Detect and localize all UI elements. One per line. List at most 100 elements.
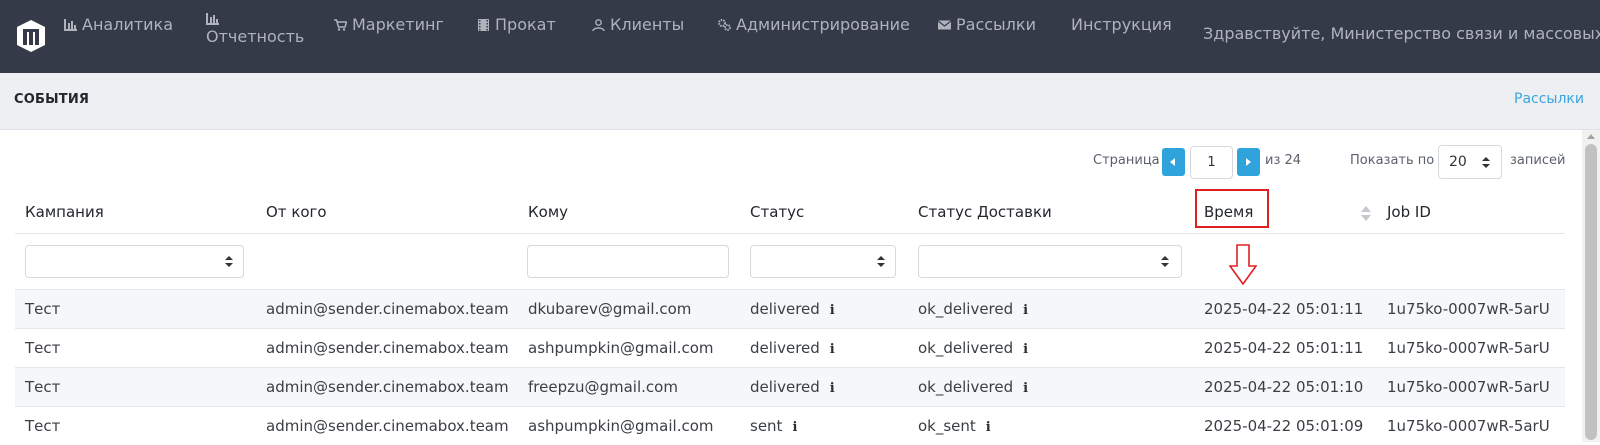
delivery-status-cell: ok_delivered i <box>918 300 1028 318</box>
table-row[interactable]: Тест admin@sender.cinemabox.team ashpump… <box>15 328 1565 367</box>
time-cell: 2025-04-22 05:01:11 <box>1204 300 1364 318</box>
chevron-right-icon <box>1246 158 1251 166</box>
page-label: Страница <box>1093 153 1160 168</box>
column-header-campaign: Кампания <box>25 203 104 221</box>
top-navbar: Аналитика Отчетность Маркетинг Прокат Кл… <box>0 0 1600 73</box>
nav-administration[interactable]: Администрирование <box>718 13 910 37</box>
scrollbar-thumb[interactable] <box>1585 144 1597 440</box>
breadcrumb-mailings-link[interactable]: Рассылки <box>1514 91 1584 107</box>
cart-icon <box>334 19 347 31</box>
column-header-delivery-status: Статус Доставки <box>918 203 1052 221</box>
job-id-cell: 1u75ko-0007wR-5arU <box>1387 339 1550 357</box>
to-cell: freepzu@gmail.com <box>528 378 678 396</box>
nav-marketing-label: Маркетинг <box>352 15 444 34</box>
status-filter-select[interactable] <box>750 245 896 278</box>
table-row[interactable]: Тест admin@sender.cinemabox.team ashpump… <box>15 406 1565 445</box>
status-text: delivered <box>750 300 820 318</box>
delivery-status-filter-select[interactable] <box>918 245 1182 278</box>
select-arrows-icon <box>877 256 885 268</box>
job-id-cell: 1u75ko-0007wR-5arU <box>1387 300 1550 318</box>
column-header-from: От кого <box>266 203 327 221</box>
select-arrows-icon <box>1482 157 1490 169</box>
nav-administration-label: Администрирование <box>736 15 910 34</box>
info-icon[interactable]: i <box>986 420 991 435</box>
delivery-status-text: ok_delivered <box>918 378 1014 396</box>
bar-chart-icon <box>206 13 219 25</box>
column-header-job-id: Job ID <box>1387 203 1431 221</box>
from-cell: admin@sender.cinemabox.team <box>266 378 509 396</box>
page-size-select[interactable]: 20 <box>1438 145 1502 179</box>
job-id-cell: 1u75ko-0007wR-5arU <box>1387 378 1550 396</box>
nav-instruction-label: Инструкция <box>1071 15 1172 34</box>
campaign-cell: Тест <box>25 417 61 435</box>
nav-analytics[interactable]: Аналитика <box>64 13 173 37</box>
annotation-highlight-box <box>1195 189 1269 228</box>
status-cell: delivered i <box>750 378 835 396</box>
delivery-status-text: ok_delivered <box>918 339 1014 357</box>
envelope-icon <box>938 20 951 30</box>
table-row[interactable]: Тест admin@sender.cinemabox.team dkubare… <box>15 289 1565 328</box>
nav-rental-label: Прокат <box>495 15 556 34</box>
from-cell: admin@sender.cinemabox.team <box>266 417 509 435</box>
nav-analytics-label: Аналитика <box>82 15 174 34</box>
delivery-status-text: ok_sent <box>918 417 976 435</box>
campaign-cell: Тест <box>25 300 61 318</box>
nav-rental[interactable]: Прокат <box>477 13 556 37</box>
column-header-to: Кому <box>528 203 569 221</box>
records-label: записей <box>1510 153 1566 168</box>
total-pages-label: из 24 <box>1265 153 1302 168</box>
header-divider <box>15 233 1565 234</box>
time-cell: 2025-04-22 05:01:11 <box>1204 339 1364 357</box>
from-cell: admin@sender.cinemabox.team <box>266 300 509 318</box>
info-icon[interactable]: i <box>1023 303 1028 318</box>
status-text: delivered <box>750 339 820 357</box>
table-row[interactable]: Тест admin@sender.cinemabox.team freepzu… <box>15 367 1565 406</box>
status-text: delivered <box>750 378 820 396</box>
annotation-down-arrow-icon <box>1229 244 1257 285</box>
info-icon[interactable]: i <box>1023 381 1028 396</box>
page-size-label: Показать по <box>1350 153 1435 168</box>
next-page-button[interactable] <box>1237 148 1260 176</box>
nav-clients-label: Клиенты <box>610 15 685 34</box>
column-header-status: Статус <box>750 203 805 221</box>
info-icon[interactable]: i <box>1023 342 1028 357</box>
job-id-cell: 1u75ko-0007wR-5arU <box>1387 417 1550 435</box>
nav-reports[interactable]: Отчетность <box>206 13 304 49</box>
select-arrows-icon <box>1161 256 1169 268</box>
nav-marketing[interactable]: Маркетинг <box>334 13 444 37</box>
gears-icon <box>718 19 731 31</box>
chevron-left-icon <box>1170 158 1175 166</box>
cinemabox-logo[interactable] <box>16 19 46 53</box>
nav-clients[interactable]: Клиенты <box>592 13 684 37</box>
status-cell: delivered i <box>750 339 835 357</box>
nav-instruction[interactable]: Инструкция <box>1071 13 1172 37</box>
prev-page-button[interactable] <box>1162 148 1185 176</box>
info-icon[interactable]: i <box>830 342 835 357</box>
time-cell: 2025-04-22 05:01:09 <box>1204 417 1364 435</box>
info-icon[interactable]: i <box>792 420 797 435</box>
user-greeting[interactable]: Здравствуйте, Министерство связи и массо… <box>1203 24 1600 43</box>
scroll-up-icon[interactable] <box>1587 134 1595 139</box>
to-cell: ashpumpkin@gmail.com <box>528 417 714 435</box>
to-cell: ashpumpkin@gmail.com <box>528 339 714 357</box>
delivery-status-text: ok_delivered <box>918 300 1014 318</box>
time-cell: 2025-04-22 05:01:10 <box>1204 378 1364 396</box>
film-icon <box>478 19 489 31</box>
info-icon[interactable]: i <box>830 381 835 396</box>
nav-reports-label: Отчетность <box>206 27 305 46</box>
delivery-status-cell: ok_delivered i <box>918 339 1028 357</box>
nav-mailings[interactable]: Рассылки <box>938 13 1036 37</box>
status-cell: delivered i <box>750 300 835 318</box>
bar-chart-icon <box>64 19 77 31</box>
recipient-filter-input[interactable] <box>527 245 729 278</box>
campaign-filter-select[interactable] <box>25 245 244 278</box>
info-icon[interactable]: i <box>830 303 835 318</box>
from-cell: admin@sender.cinemabox.team <box>266 339 509 357</box>
page-number-input[interactable] <box>1190 146 1233 179</box>
vertical-scrollbar[interactable] <box>1582 130 1600 442</box>
sort-icon[interactable] <box>1361 206 1371 222</box>
nav-mailings-label: Рассылки <box>956 15 1036 34</box>
status-cell: sent i <box>750 417 797 435</box>
delivery-status-cell: ok_delivered i <box>918 378 1028 396</box>
campaign-cell: Тест <box>25 378 61 396</box>
